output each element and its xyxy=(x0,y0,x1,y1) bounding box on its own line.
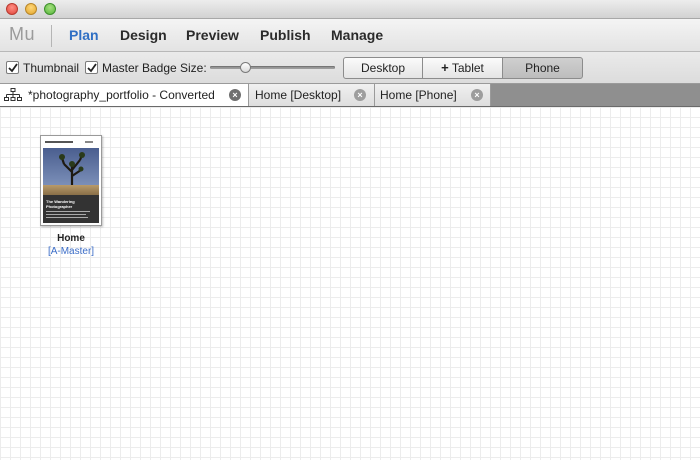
thumbnail-caption: The Wandering Photographer xyxy=(46,199,75,209)
layout-desktop-button[interactable]: Desktop xyxy=(343,57,423,79)
nav-manage[interactable]: Manage xyxy=(331,27,383,43)
master-badge-label: Master Badge xyxy=(102,61,177,75)
nav-publish[interactable]: Publish xyxy=(260,27,311,43)
window-title-bar xyxy=(0,0,700,19)
app-logo: Mu xyxy=(9,24,36,44)
checkmark-icon xyxy=(87,63,97,73)
nav-plan[interactable]: Plan xyxy=(69,27,99,43)
thumbnail-label: Thumbnail xyxy=(23,61,80,75)
master-link[interactable]: [A-Master] xyxy=(30,246,112,257)
page-name-label[interactable]: Home xyxy=(40,233,102,244)
tab-home-phone[interactable]: Home [Phone] × xyxy=(375,84,491,106)
nav-preview[interactable]: Preview xyxy=(186,27,239,43)
size-slider-track[interactable] xyxy=(210,66,335,69)
logo-divider xyxy=(51,25,52,47)
tab-label: *photography_portfolio - Converted xyxy=(28,88,215,102)
layout-phone-button[interactable]: Phone xyxy=(502,57,583,79)
tab-label: Home [Desktop] xyxy=(255,88,342,102)
size-slider-thumb[interactable] xyxy=(239,62,251,73)
layout-tablet-label: Tablet xyxy=(451,61,484,75)
size-label: Size: xyxy=(180,61,207,75)
document-tab-bar: *photography_portfolio - Converted × Hom… xyxy=(0,84,700,107)
plan-canvas[interactable] xyxy=(0,107,700,460)
nav-design[interactable]: Design xyxy=(120,27,167,43)
layout-tablet-button[interactable]: + Tablet xyxy=(422,57,503,79)
thumbnail-checkbox[interactable] xyxy=(6,61,19,74)
checkmark-icon xyxy=(8,63,18,73)
close-window-button[interactable] xyxy=(6,3,18,15)
sitemap-icon xyxy=(4,88,22,101)
zoom-window-button[interactable] xyxy=(44,3,56,15)
close-tab-icon[interactable]: × xyxy=(354,89,366,101)
joshua-tree-image xyxy=(59,152,85,188)
layout-phone-label: Phone xyxy=(525,61,560,75)
master-badge-checkbox[interactable] xyxy=(85,61,98,74)
tab-label: Home [Phone] xyxy=(380,88,457,102)
layout-desktop-label: Desktop xyxy=(360,61,406,75)
mode-navigation-bar: Mu Plan Design Preview Publish Manage xyxy=(0,19,700,52)
close-tab-icon[interactable]: × xyxy=(471,89,483,101)
minimize-window-button[interactable] xyxy=(25,3,37,15)
tab-photography-portfolio[interactable]: *photography_portfolio - Converted × xyxy=(0,84,249,106)
page-thumbnail-home[interactable]: The Wandering Photographer xyxy=(40,135,102,226)
thumbnail-preview-image: The Wandering Photographer xyxy=(43,138,99,223)
tab-home-desktop[interactable]: Home [Desktop] × xyxy=(249,84,375,106)
plus-icon: + xyxy=(441,60,449,75)
close-tab-icon[interactable]: × xyxy=(229,89,241,101)
